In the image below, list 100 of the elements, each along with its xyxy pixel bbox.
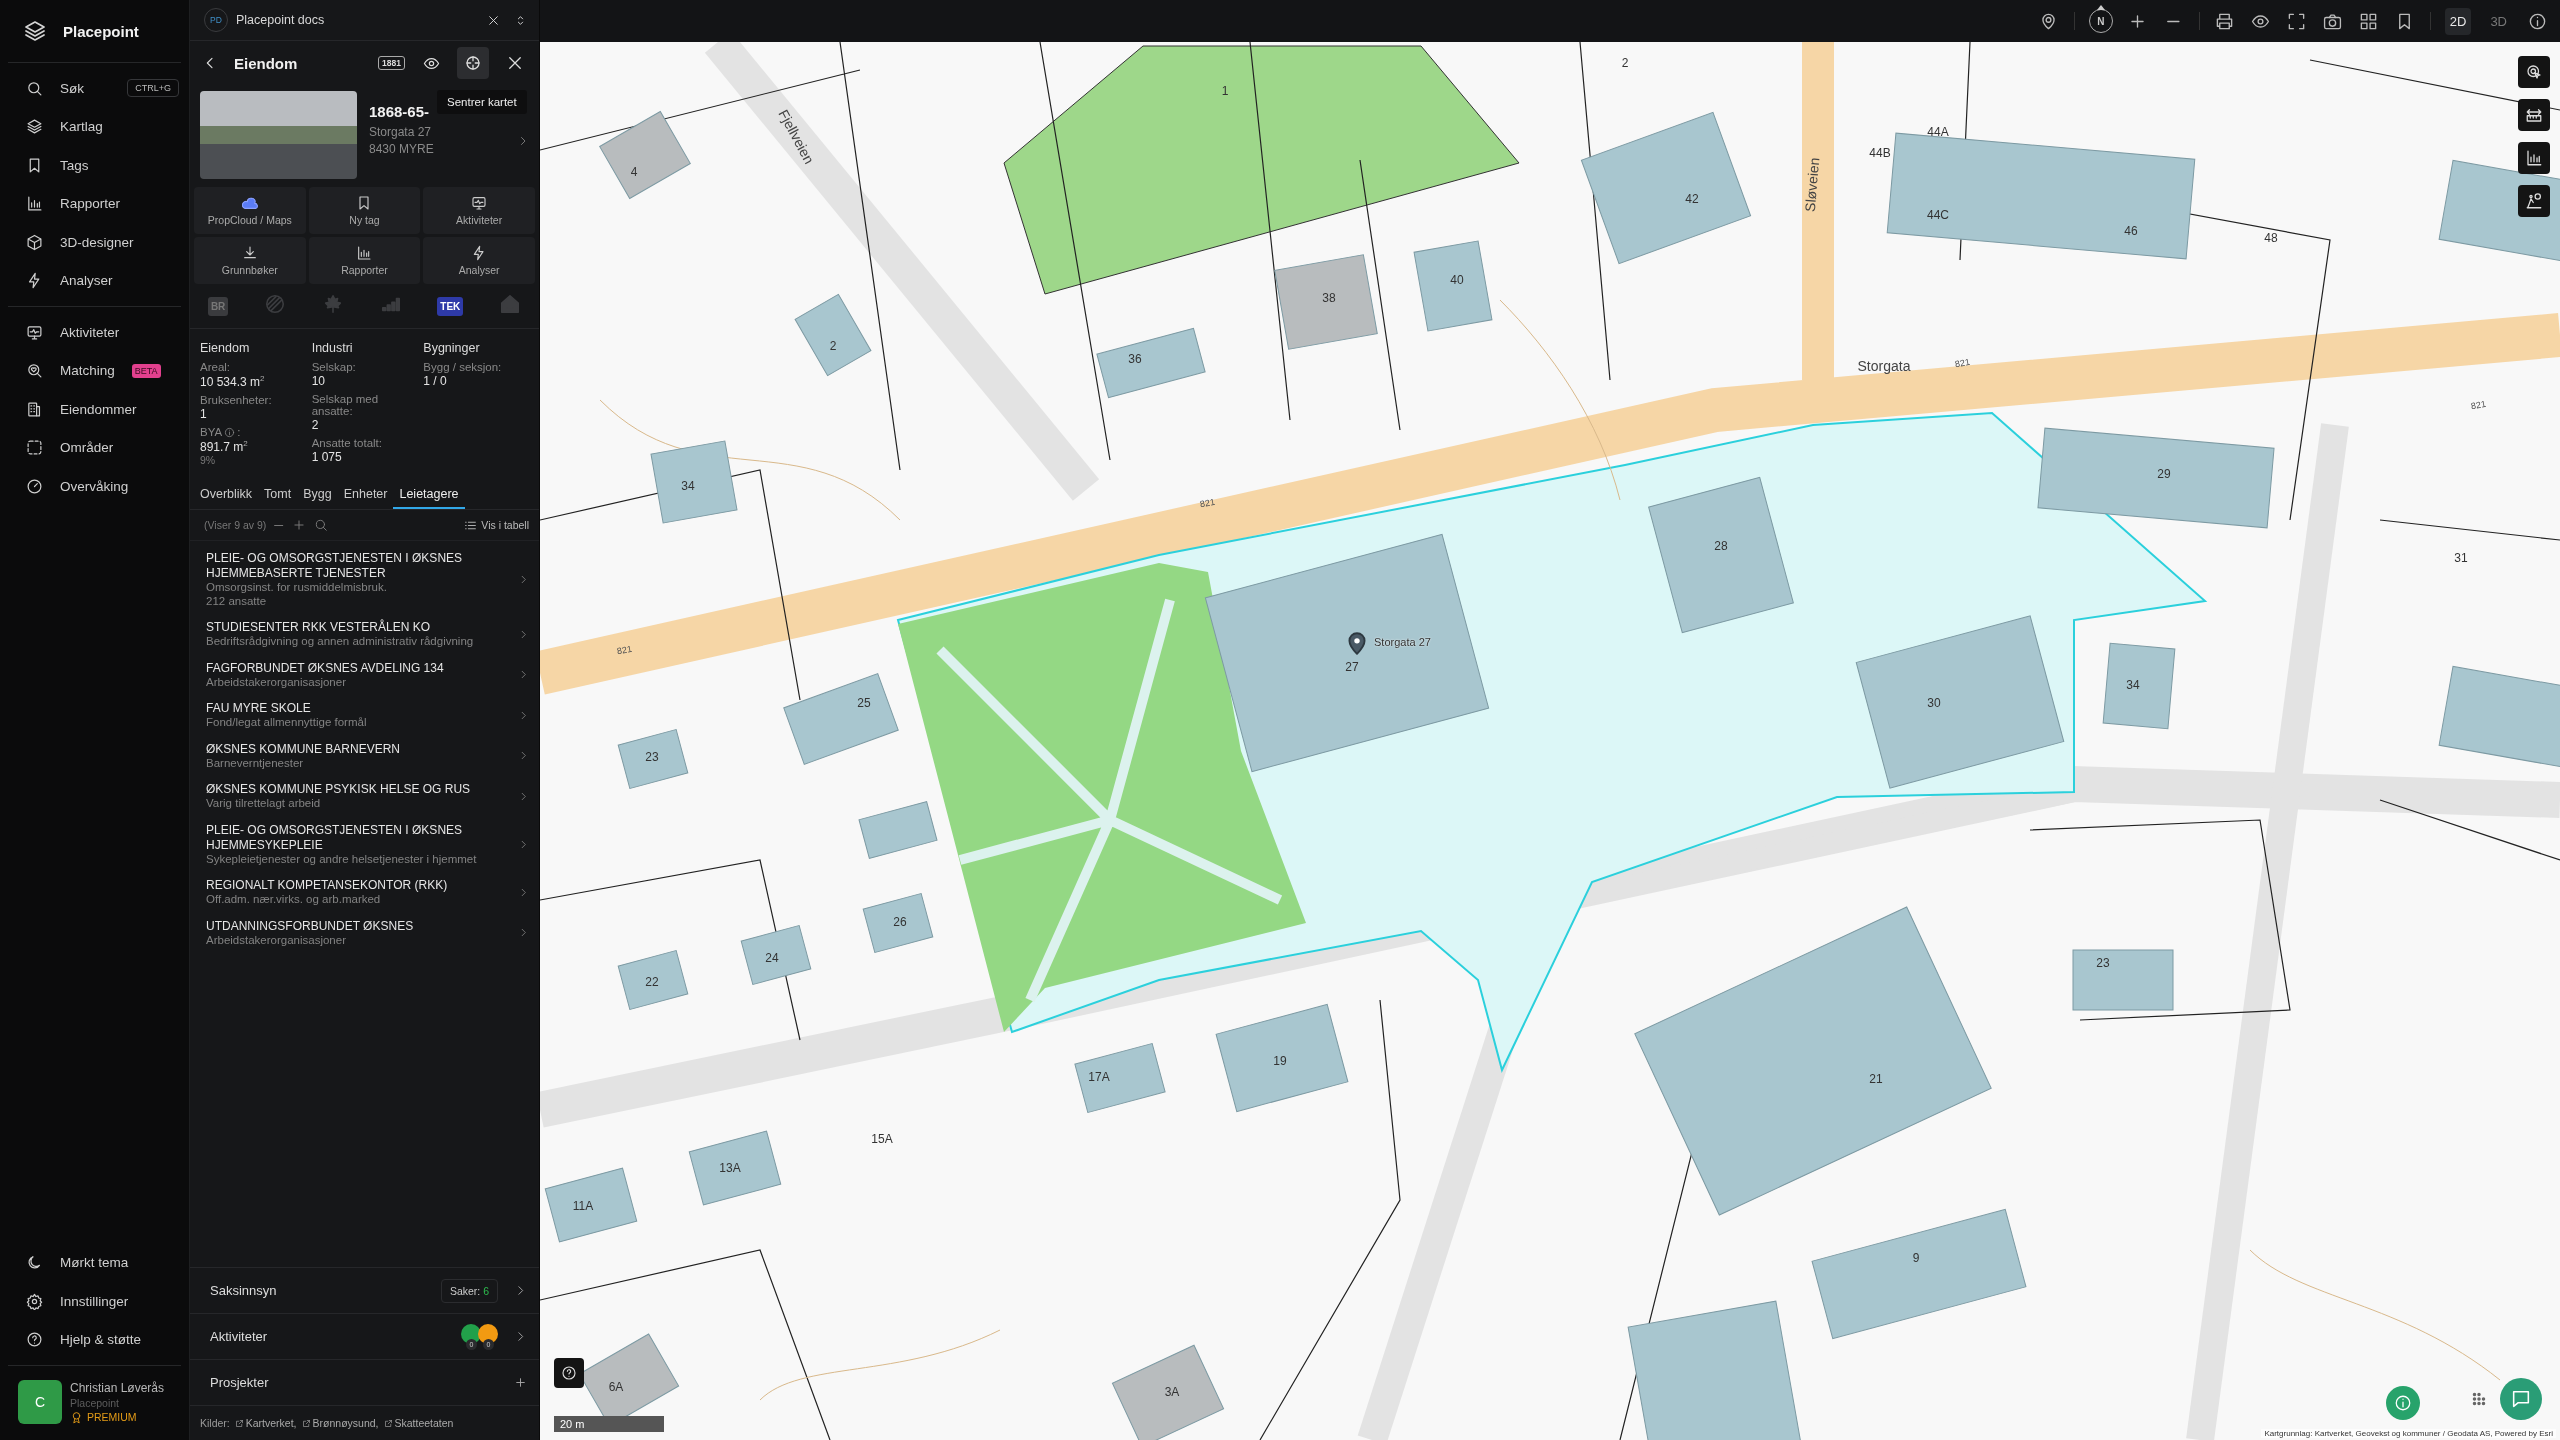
source-link[interactable]: Brønnøysund, (301, 1417, 379, 1429)
heart-search-icon (26, 362, 43, 380)
house-number: 21 (1869, 1072, 1883, 1086)
tenant-item[interactable]: REGIONALT KOMPETANSEKONTOR (RKK) Off.adm. nær.virks. og arb.marked (190, 872, 539, 913)
stat-value: 891.7 m$^{2}$ (200, 439, 249, 454)
action-button[interactable]: Aktiviteter (423, 187, 535, 234)
chart-button[interactable] (2518, 142, 2550, 174)
tenant-item[interactable]: ØKSNES KOMMUNE PSYKISK HELSE OG RUS Varig tilrettelagt arbeid (190, 776, 539, 817)
property-id: 1868-65- (369, 103, 431, 120)
property-postal: 8430 MYRE (369, 141, 434, 158)
sidebar-item[interactable]: Kartlag (0, 107, 189, 146)
table-view-button[interactable]: Vis i tabell (464, 518, 529, 532)
stat-value: 1 (200, 407, 208, 421)
center-map-button[interactable] (457, 47, 489, 79)
dashed-square-icon (26, 439, 43, 457)
travel-time-button[interactable] (2518, 185, 2550, 217)
house-number: 22 (645, 975, 659, 989)
search-icon (313, 518, 328, 532)
section-row[interactable]: Prosjekter (190, 1359, 539, 1405)
tenant-industry: Varig tilrettelagt arbeid (206, 797, 322, 811)
house-number: 27 (1345, 660, 1359, 674)
house-number: 2 (829, 339, 837, 353)
count-badge: Saker: 6 (440, 1278, 498, 1303)
tenant-item[interactable]: UTDANNINGSFORBUNDET ØKSNES Arbeidstakerorganisasjoner (190, 912, 539, 953)
tab[interactable]: Bygg (297, 481, 338, 509)
house-number: 36 (1128, 352, 1142, 366)
bar-chart-icon (356, 245, 373, 261)
monitor-icon (26, 323, 43, 341)
directory-button[interactable]: 1881 (378, 56, 405, 70)
source-badge[interactable]: TEK (437, 296, 464, 316)
source-link[interactable]: Kartverket, (234, 1417, 297, 1429)
sidebar-item[interactable]: 3D-designer (0, 223, 189, 262)
stat-label: Selskap: (311, 361, 356, 373)
user-avatar[interactable]: C (18, 1380, 62, 1424)
action-button[interactable]: PropCloud / Maps (194, 187, 306, 234)
house-number: 30 (1927, 696, 1941, 710)
tenant-item[interactable]: ØKSNES KOMMUNE BARNEVERN Barneverntjenester (190, 735, 539, 776)
cloud-icon (241, 195, 258, 211)
street-name: Sløveien (1801, 156, 1823, 213)
sidebar-item[interactable]: Aktiviteter (0, 313, 189, 352)
source-link[interactable]: Skatteetaten (383, 1417, 454, 1429)
marker-label: Storgata 27 (1374, 636, 1431, 648)
action-button[interactable]: Ny tag (308, 187, 421, 234)
chat-icon (2510, 1388, 2532, 1410)
tab[interactable]: Overblikk (194, 481, 259, 509)
sidebar-item[interactable]: Eiendommer (0, 390, 189, 429)
tenant-item[interactable]: PLEIE- OG OMSORGSTJENESTEN I ØKSNES HJEMMESYKEPLEIE Sykepleietjenester og andre helsetjenester i hjemmet (190, 816, 539, 872)
measure-button[interactable] (2518, 99, 2550, 131)
shortcut-hint: CTRL+G (127, 79, 179, 98)
tenant-item[interactable]: STUDIESENTER RKK VESTERÅLEN KO Bedriftsrådgivning og annen administrativ rådgivning (190, 614, 539, 655)
plus-icon (291, 518, 306, 532)
tenant-industry: Sykepleietjenester og andre helsetjenester i hjemmet (206, 852, 478, 866)
search-button[interactable] (313, 518, 328, 532)
action-button[interactable]: Rapporter (308, 237, 421, 284)
house-number: 9 (1912, 1251, 1920, 1265)
section-row[interactable]: Saksinnsyn Saker: 6 (190, 1267, 539, 1313)
house-number: 1 (1221, 84, 1229, 98)
action-button[interactable]: Analyser (423, 237, 535, 284)
sidebar-item[interactable]: Områder (0, 428, 189, 467)
select-tool-button[interactable] (2518, 56, 2550, 88)
tenant-name: ØKSNES KOMMUNE BARNEVERN (206, 741, 402, 757)
tab[interactable]: Enheter (337, 481, 394, 509)
beta-badge: BETA (131, 363, 161, 378)
user-organization: Placepoint (70, 1396, 121, 1409)
sidebar-item[interactable]: Tags (0, 146, 189, 185)
sidebar-item[interactable]: Hjelp & støtte (0, 1320, 189, 1359)
photo-placeholder[interactable] (200, 91, 357, 179)
house-number: 48 (2264, 231, 2278, 245)
help-button[interactable] (554, 1358, 584, 1388)
sidebar-item[interactable]: Overvåking (0, 467, 189, 506)
screenshot-button[interactable] (2321, 11, 2344, 31)
sidebar-item[interactable]: Matching BETA (0, 351, 189, 390)
camera-icon (2323, 11, 2343, 31)
view-mode-button[interactable]: 2D (2444, 7, 2472, 35)
stat-value: 10 (311, 374, 326, 388)
sidebar-item[interactable]: Innstillinger (0, 1282, 189, 1321)
minus-icon (274, 522, 284, 528)
sidebar-item[interactable]: Rapporter (0, 184, 189, 223)
house-number: 19 (1273, 1054, 1287, 1068)
tenant-item[interactable]: FAU MYRE SKOLE Fond/legat allmennyttige formål (190, 695, 539, 736)
house-number: 42 (1685, 192, 1699, 206)
tenant-industry: Arbeidstakerorganisasjoner (206, 675, 347, 689)
collapse-button[interactable] (274, 522, 284, 528)
info-icon (2394, 1394, 2412, 1412)
sidebar-item[interactable]: Mørkt tema (0, 1243, 189, 1282)
house-number: 23 (2096, 956, 2110, 970)
tenant-item[interactable]: PLEIE- OG OMSORGSTJENESTEN I ØKSNES HJEMMEBASERTE TJENESTER Omsorgsinst. for rusmiddelmisbruk. 212 ansatte (190, 545, 539, 614)
house-number: 6A (608, 1380, 624, 1394)
tab[interactable]: Leietagere (393, 481, 465, 509)
sidebar-item[interactable]: Søk CTRL+G (0, 69, 189, 108)
tenant-item[interactable]: FAGFORBUNDET ØKSNES AVDELING 134 Arbeidstakerorganisasjoner (190, 654, 539, 695)
help-icon (561, 1365, 577, 1381)
tenant-name: FAU MYRE SKOLE (206, 701, 312, 716)
action-button[interactable]: Grunnbøker (194, 237, 306, 284)
view-mode-button[interactable]: 3D (2485, 7, 2512, 35)
tab[interactable]: Tomt (258, 481, 298, 509)
sidebar-item[interactable]: Analyser (0, 261, 189, 300)
stat-heading: Bygninger (423, 341, 481, 355)
target-cursor-icon (2525, 63, 2543, 81)
stat-label: Ansatte totalt: (311, 437, 382, 449)
